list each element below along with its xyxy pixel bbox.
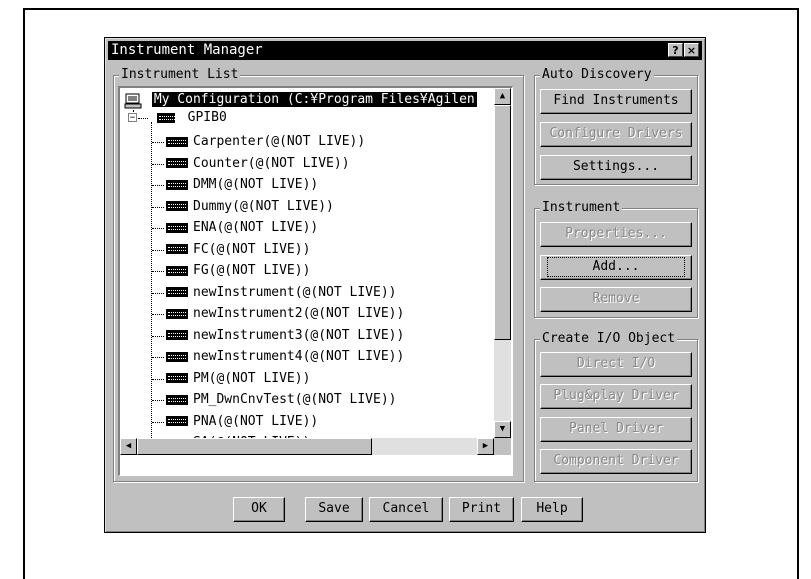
instrument-icon (166, 222, 188, 233)
tree-item[interactable]: FC(@(NOT LIVE)) (152, 240, 310, 260)
tree-connector-h (152, 142, 164, 143)
tree-connector-h (152, 185, 164, 186)
add-button[interactable]: Add... (540, 255, 692, 280)
instrument-icon (166, 416, 188, 426)
direct-io-button[interactable]: Direct I/O (540, 352, 692, 377)
tree-connector-h (152, 228, 164, 229)
tree-item[interactable]: Counter(@(NOT LIVE)) (152, 154, 350, 174)
add-label: Add... (547, 257, 685, 277)
tree-connector-h (152, 163, 164, 165)
scroll-left-icon[interactable]: ◀ (120, 438, 137, 455)
instrument-icon (166, 351, 188, 362)
component-driver-button[interactable]: Component Driver (540, 449, 692, 474)
tree-item-label: newInstrument(@(NOT LIVE)) (193, 284, 397, 300)
tree-item[interactable]: newInstrument3(@(NOT LIVE)) (152, 326, 404, 346)
close-button[interactable]: × (684, 43, 699, 57)
find-instruments-button[interactable]: Find Instruments (540, 89, 692, 114)
tree-item-label: PNA(@(NOT LIVE)) (193, 413, 319, 429)
tree-root-row[interactable]: My Configuration (C:¥Program Files¥Agile… (124, 90, 477, 110)
tree-item[interactable]: newInstrument(@(NOT LIVE)) (152, 283, 397, 303)
vertical-scrollbar[interactable]: ▲ ▼ (494, 88, 511, 438)
create-io-label: Create I/O Object (540, 331, 678, 347)
auto-discovery-label: Auto Discovery (540, 67, 654, 83)
gpib-icon (156, 112, 177, 123)
instrument-icon (166, 201, 188, 211)
instrument-tree[interactable]: My Configuration (C:¥Program Files¥Agile… (118, 86, 513, 476)
panel-driver-button[interactable]: Panel Driver (540, 417, 692, 442)
scroll-corner (494, 438, 511, 455)
print-button[interactable]: Print (449, 497, 514, 522)
tree-item-label: newInstrument3(@(NOT LIVE)) (193, 327, 405, 343)
horizontal-scrollbar[interactable]: ◀ ▶ (120, 438, 494, 455)
dialog-title: Instrument Manager (111, 42, 263, 58)
settings-button[interactable]: Settings... (540, 155, 692, 180)
instrument-icon (166, 308, 188, 319)
tree-item[interactable]: Dummy(@(NOT LIVE)) (152, 197, 334, 217)
instrument-icon (166, 179, 188, 190)
tree-connector-h (138, 118, 148, 119)
help-button[interactable]: ? (668, 43, 683, 57)
tree-item[interactable]: Carpenter(@(NOT LIVE)) (152, 132, 365, 152)
tree-connector-h (152, 206, 164, 208)
instrument-icon (166, 394, 188, 405)
tree-item-label: Carpenter(@(NOT LIVE)) (193, 134, 366, 149)
configure-drivers-button[interactable]: Configure Drivers (540, 122, 692, 147)
tree-item-label: PM_DwnCnvTest(@(NOT LIVE)) (193, 392, 397, 407)
tree-item[interactable]: FG(@(NOT LIVE)) (152, 261, 310, 281)
tree-connector-h (152, 271, 164, 272)
instrument-icon (166, 265, 188, 276)
instrument-label: Instrument (540, 200, 623, 216)
tree-item-label: newInstrument4(@(NOT LIVE)) (193, 349, 405, 364)
tree-interface-row[interactable]: − GPIB0 (128, 108, 227, 128)
tree-connector-h (152, 314, 164, 315)
tree-connector-h (152, 421, 164, 423)
horizontal-scroll-thumb[interactable] (137, 438, 372, 455)
tree-item-label: newInstrument2(@(NOT LIVE)) (193, 306, 405, 321)
scroll-right-icon[interactable]: ▶ (477, 438, 494, 455)
tree-root-label: My Configuration (C:¥Program Files¥Agile… (151, 92, 477, 107)
tree-item[interactable]: newInstrument4(@(NOT LIVE)) (152, 347, 404, 367)
computer-icon (124, 93, 142, 108)
scroll-up-icon[interactable]: ▲ (494, 88, 511, 105)
collapse-icon[interactable]: − (128, 113, 137, 123)
tree-item-label: Counter(@(NOT LIVE)) (193, 155, 350, 171)
save-button[interactable]: Save (305, 497, 363, 522)
tree-connector-h (152, 378, 164, 380)
tree-item[interactable]: PNA(@(NOT LIVE)) (152, 412, 318, 432)
scroll-down-icon[interactable]: ▼ (494, 421, 511, 438)
tree-item-label: ENA(@(NOT LIVE)) (193, 220, 319, 235)
instrument-list-label: Instrument List (119, 67, 241, 83)
title-bar: Instrument Manager ? × (108, 41, 702, 60)
tree-item[interactable]: DMM(@(NOT LIVE)) (152, 175, 318, 195)
tree-item-label: FC(@(NOT LIVE)) (193, 241, 311, 257)
tree-connector-h (152, 292, 164, 294)
vertical-scroll-thumb[interactable] (494, 105, 511, 340)
instrument-icon (166, 244, 188, 254)
help-footer-button[interactable]: Help (521, 497, 583, 522)
tree-interface-label: GPIB0 (187, 110, 227, 125)
tree-item[interactable]: ENA(@(NOT LIVE)) (152, 218, 318, 238)
cancel-button[interactable]: Cancel (369, 497, 443, 522)
properties-button[interactable]: Properties... (540, 222, 692, 247)
tree-item-label: FG(@(NOT LIVE)) (193, 263, 311, 278)
tree-item-label: PM(@(NOT LIVE)) (193, 370, 311, 386)
instrument-icon (166, 330, 188, 340)
ok-button[interactable]: OK (233, 497, 285, 522)
instrument-icon (166, 136, 188, 147)
tree-connector-h (152, 400, 164, 401)
instrument-icon (166, 373, 188, 383)
instrument-icon (166, 158, 188, 168)
tree-connector-h (152, 335, 164, 337)
tree-item-label: Dummy(@(NOT LIVE)) (193, 198, 334, 214)
instrument-icon (166, 287, 188, 297)
tree-item[interactable]: newInstrument2(@(NOT LIVE)) (152, 304, 404, 324)
remove-button[interactable]: Remove (540, 287, 692, 312)
tree-item-label: DMM(@(NOT LIVE)) (193, 177, 319, 192)
tree-connector-h (152, 249, 164, 251)
tree-connector-h (152, 357, 164, 358)
tree-item[interactable]: PM(@(NOT LIVE)) (152, 369, 310, 389)
plugplay-driver-button[interactable]: Plug&play Driver (540, 384, 692, 409)
tree-item[interactable]: PM_DwnCnvTest(@(NOT LIVE)) (152, 390, 397, 410)
